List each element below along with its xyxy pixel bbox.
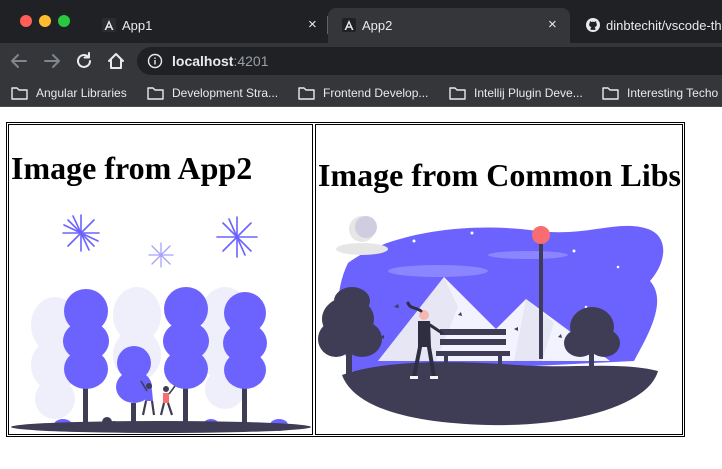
- forward-arrow-icon[interactable]: [41, 50, 63, 72]
- angular-icon: [342, 18, 356, 32]
- table-cell-app2: Image from App2: [8, 124, 313, 435]
- home-icon[interactable]: [105, 50, 127, 72]
- close-tab-icon[interactable]: ×: [308, 15, 317, 35]
- tab-title: App2: [362, 18, 393, 33]
- folder-icon: [11, 87, 28, 100]
- close-window-button[interactable]: [20, 15, 32, 27]
- url-port: :4201: [233, 53, 269, 69]
- tab-strip: App1 × App2 × dinbtechit/vscode-th: [0, 0, 722, 43]
- close-tab-icon[interactable]: ×: [548, 15, 557, 35]
- tab-app2[interactable]: App2 ×: [328, 8, 570, 43]
- folder-icon: [602, 87, 619, 100]
- park-bench-illustration: [318, 216, 664, 426]
- folder-icon: [449, 87, 466, 100]
- bookmark-label: Interesting Techo: [627, 86, 719, 100]
- minimize-window-button[interactable]: [39, 15, 51, 27]
- tab-app1[interactable]: App1 ×: [88, 8, 328, 43]
- bookmark-label: Intellij Plugin Deve...: [474, 86, 583, 100]
- url-text: localhost:4201: [172, 53, 269, 69]
- toolbar: localhost:4201: [0, 43, 722, 79]
- cell-heading: Image from Common Libs: [318, 157, 681, 193]
- folder-icon: [147, 87, 164, 100]
- page-content: Image from App2 Image from Common Libs: [0, 108, 722, 469]
- table-cell-common-libs: Image from Common Libs: [315, 124, 683, 435]
- bookmark-label: Frontend Develop...: [323, 86, 429, 100]
- angular-icon: [102, 18, 116, 32]
- maximize-window-button[interactable]: [58, 15, 70, 27]
- reload-icon[interactable]: [73, 50, 95, 72]
- celebration-trees-illustration: [11, 214, 311, 433]
- tab-title: dinbtechit/vscode-th: [606, 18, 722, 33]
- address-bar[interactable]: localhost:4201: [137, 47, 722, 75]
- bookmark-label: Angular Libraries: [36, 86, 127, 100]
- bookmarks-bar: Angular Libraries Development Stra... Fr…: [0, 79, 722, 107]
- image-table: Image from App2 Image from Common Libs: [6, 122, 685, 437]
- back-arrow-icon[interactable]: [8, 50, 30, 72]
- github-icon: [586, 18, 600, 32]
- folder-icon: [298, 87, 315, 100]
- tab-title: App1: [122, 18, 153, 33]
- site-info-icon[interactable]: [147, 53, 163, 69]
- bookmark-label: Development Stra...: [172, 86, 279, 100]
- cell-heading: Image from App2: [11, 150, 253, 186]
- tab-github[interactable]: dinbtechit/vscode-th: [572, 8, 722, 43]
- url-host: localhost: [172, 53, 234, 69]
